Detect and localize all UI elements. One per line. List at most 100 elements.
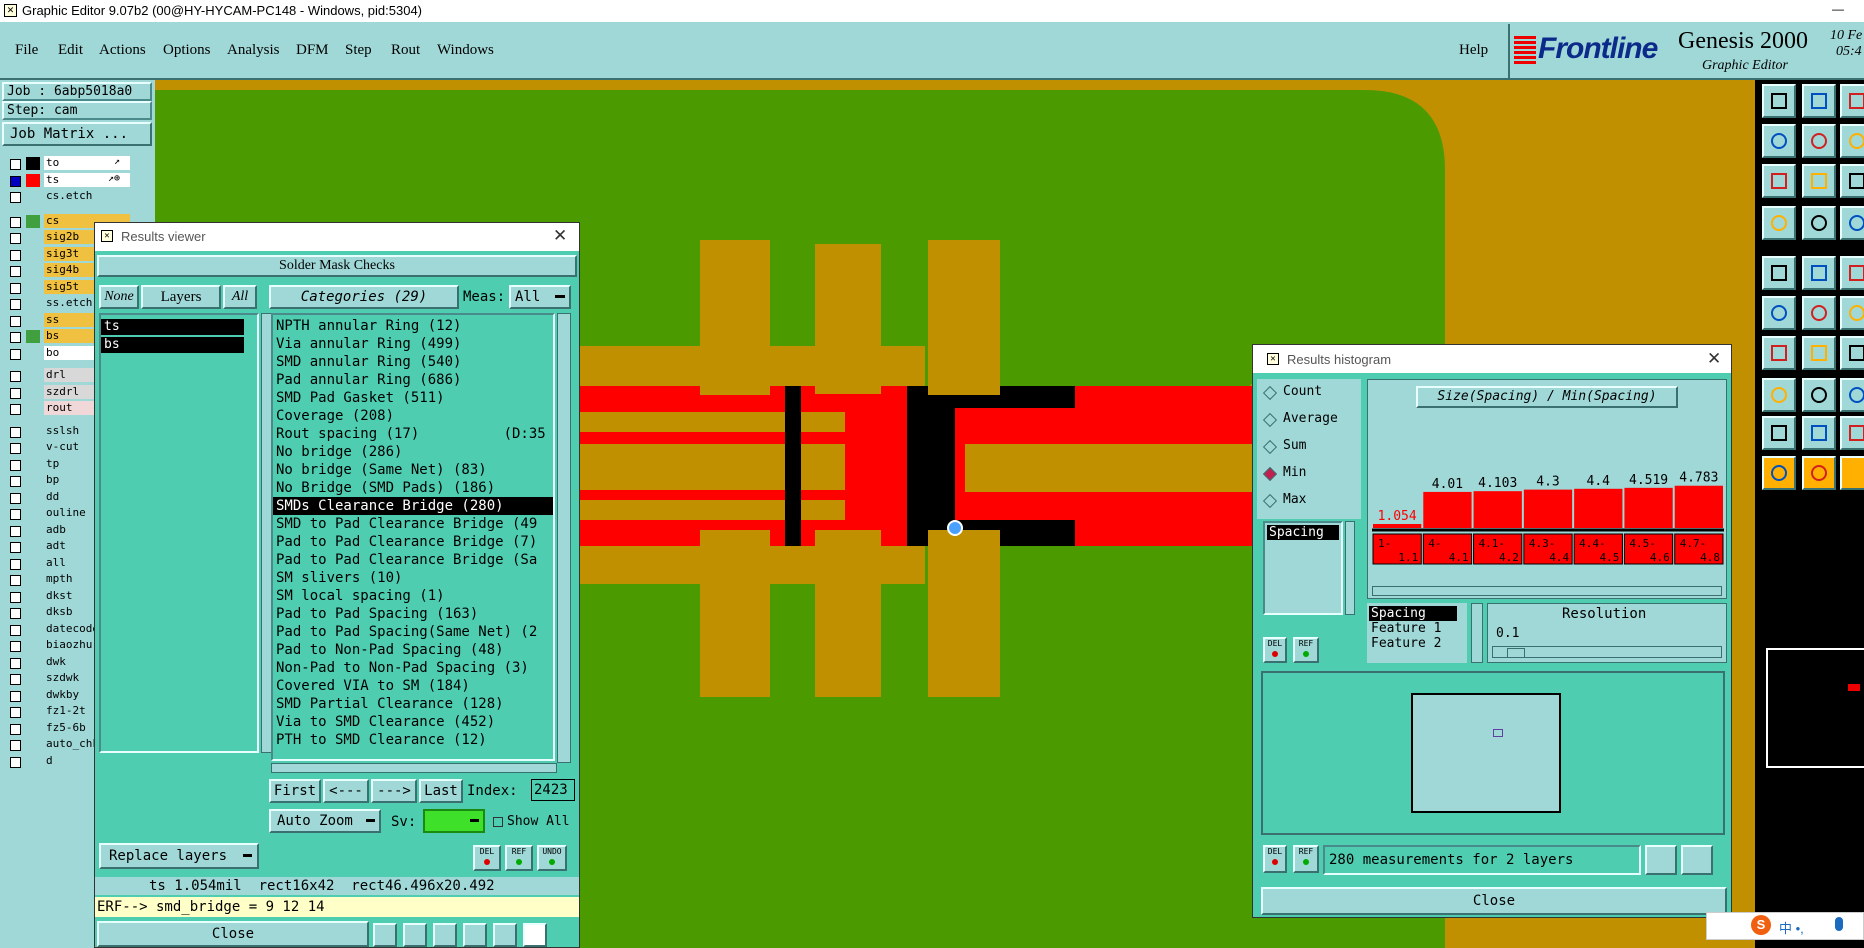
rv-del-button[interactable]: DEL xyxy=(473,845,501,871)
measure-spacing[interactable]: Spacing xyxy=(1267,525,1339,540)
field-feature1[interactable]: Feature 1 xyxy=(1367,621,1467,636)
tool-button-7-1[interactable] xyxy=(1802,378,1836,412)
layer-checkbox[interactable] xyxy=(10,525,21,537)
tool-button-3-1[interactable] xyxy=(1802,206,1836,240)
layer-color-swatch[interactable] xyxy=(26,672,40,685)
tool-button-4-0[interactable] xyxy=(1762,256,1796,290)
option-max[interactable]: Max xyxy=(1261,491,1357,513)
replace-layers-select[interactable]: Replace layers xyxy=(99,843,259,869)
option-min[interactable]: Min xyxy=(1261,464,1357,486)
categories-hscrollbar[interactable] xyxy=(271,763,557,773)
layer-checkbox[interactable] xyxy=(10,426,21,438)
layer-checkbox[interactable] xyxy=(10,443,21,454)
layer-color-swatch[interactable] xyxy=(26,589,40,603)
option-count[interactable]: Count xyxy=(1261,383,1357,405)
tool-button-9-1[interactable] xyxy=(1802,456,1836,490)
category-item[interactable]: SMD Pad Gasket (511) xyxy=(273,389,553,407)
layer-color-swatch[interactable] xyxy=(26,507,40,520)
layer-checkbox[interactable] xyxy=(10,299,21,310)
layer-color-swatch[interactable] xyxy=(26,457,40,471)
layer-checkbox[interactable] xyxy=(10,459,21,471)
layer-color-swatch[interactable] xyxy=(26,556,40,570)
tool-button-6-0[interactable] xyxy=(1762,336,1796,370)
rv-layer-ts[interactable]: ts xyxy=(101,319,244,335)
layer-checkbox[interactable] xyxy=(10,674,21,685)
hist-close-button[interactable]: Close xyxy=(1261,887,1727,915)
tool-button-6-2[interactable] xyxy=(1840,336,1864,370)
field-spacing[interactable]: Spacing xyxy=(1369,606,1457,621)
layer-checkbox[interactable] xyxy=(10,476,21,487)
rv-close-icon[interactable]: ✕ xyxy=(553,226,567,246)
layer-checkbox[interactable] xyxy=(10,348,21,360)
layer-checkbox[interactable] xyxy=(10,233,21,244)
layer-color-swatch[interactable] xyxy=(26,639,40,652)
rv-undo-button[interactable]: UNDO xyxy=(537,845,567,871)
category-item[interactable]: No Bridge (SMD Pads) (186) xyxy=(273,479,553,497)
category-item[interactable]: SMDs Clearance Bridge (280) xyxy=(273,497,553,515)
layer-color-swatch[interactable] xyxy=(26,214,40,228)
field-list-scrollbar[interactable] xyxy=(1471,603,1483,663)
all-button[interactable]: All xyxy=(223,285,257,309)
category-item[interactable]: Pad to Pad Clearance Bridge (7) xyxy=(273,533,553,551)
categories-button[interactable]: Categories (29) xyxy=(269,285,459,309)
layer-color-swatch[interactable] xyxy=(26,346,40,360)
category-item[interactable]: No bridge (Same Net) (83) xyxy=(273,461,553,479)
hist-del2-button[interactable]: DEL xyxy=(1263,845,1287,873)
menu-step[interactable]: Step xyxy=(345,42,372,59)
tool-button-1-2[interactable] xyxy=(1840,124,1864,158)
layer-color-swatch[interactable] xyxy=(26,705,40,718)
rv-ref-button[interactable]: REF xyxy=(505,845,533,871)
layer-checkbox[interactable] xyxy=(10,690,21,702)
layer-color-swatch[interactable] xyxy=(26,573,40,586)
option-average[interactable]: Average xyxy=(1261,410,1357,432)
field-feature2[interactable]: Feature 2 xyxy=(1367,636,1467,651)
tool-icon-3[interactable] xyxy=(433,923,457,947)
layer-checkbox[interactable] xyxy=(10,591,21,603)
tool-button-5-1[interactable] xyxy=(1802,296,1836,330)
export-icon[interactable] xyxy=(1645,845,1677,875)
category-item[interactable]: SMD to Pad Clearance Bridge (49 xyxy=(273,515,553,533)
layer-checkbox[interactable] xyxy=(10,249,21,261)
category-item[interactable]: SMD Partial Clearance (128) xyxy=(273,695,553,713)
layer-color-swatch[interactable] xyxy=(26,474,40,487)
category-item[interactable]: SM local spacing (1) xyxy=(273,587,553,605)
tool-button-0-2[interactable] xyxy=(1840,84,1864,118)
category-item[interactable]: Via to SMD Clearance (452) xyxy=(273,713,553,731)
menu-actions[interactable]: Actions xyxy=(99,42,146,59)
layer-color-swatch[interactable] xyxy=(26,490,40,504)
rv-close-button[interactable]: Close xyxy=(97,921,369,947)
tool-button-8-0[interactable] xyxy=(1762,416,1796,450)
meas-select[interactable]: All xyxy=(509,285,571,309)
category-item[interactable]: PTH to SMD Clearance (12) xyxy=(273,731,553,749)
menu-windows[interactable]: Windows xyxy=(437,42,494,59)
settings-icon[interactable] xyxy=(1681,845,1713,875)
layer-color-swatch[interactable] xyxy=(26,721,40,735)
layer-color-swatch[interactable] xyxy=(26,606,40,619)
layer-checkbox[interactable] xyxy=(10,175,21,187)
layer-checkbox[interactable] xyxy=(10,756,21,768)
layer-checkbox[interactable] xyxy=(10,558,21,570)
tool-icon-1[interactable] xyxy=(373,923,397,947)
layer-checkbox[interactable] xyxy=(10,404,21,415)
tool-button-1-0[interactable] xyxy=(1762,124,1796,158)
tool-icon-5[interactable] xyxy=(493,923,517,947)
hist-ref-button[interactable]: REF xyxy=(1293,637,1319,663)
tool-button-2-1[interactable] xyxy=(1802,164,1836,198)
tool-button-6-1[interactable] xyxy=(1802,336,1836,370)
layer-color-swatch[interactable] xyxy=(26,523,40,537)
layer-color-swatch[interactable] xyxy=(26,441,40,454)
layer-checkbox[interactable] xyxy=(10,624,21,636)
tool-icon-4[interactable] xyxy=(463,923,487,947)
layer-checkbox[interactable] xyxy=(10,192,21,203)
category-item[interactable]: Non-Pad to Non-Pad Spacing (3) xyxy=(273,659,553,677)
layer-row-cs.etch[interactable]: cs.etch xyxy=(4,189,130,204)
layer-checkbox[interactable] xyxy=(10,387,21,399)
field-list[interactable]: Spacing Feature 1 Feature 2 xyxy=(1367,603,1467,663)
layer-color-swatch[interactable] xyxy=(26,738,40,751)
layer-checkbox[interactable] xyxy=(10,509,21,520)
tool-button-1-1[interactable] xyxy=(1802,124,1836,158)
rv-layer-bs[interactable]: bs xyxy=(101,337,244,353)
layer-checkbox[interactable] xyxy=(10,542,21,553)
index-input[interactable]: 2423 xyxy=(531,779,575,801)
radio-diamond-icon[interactable] xyxy=(1262,439,1278,455)
